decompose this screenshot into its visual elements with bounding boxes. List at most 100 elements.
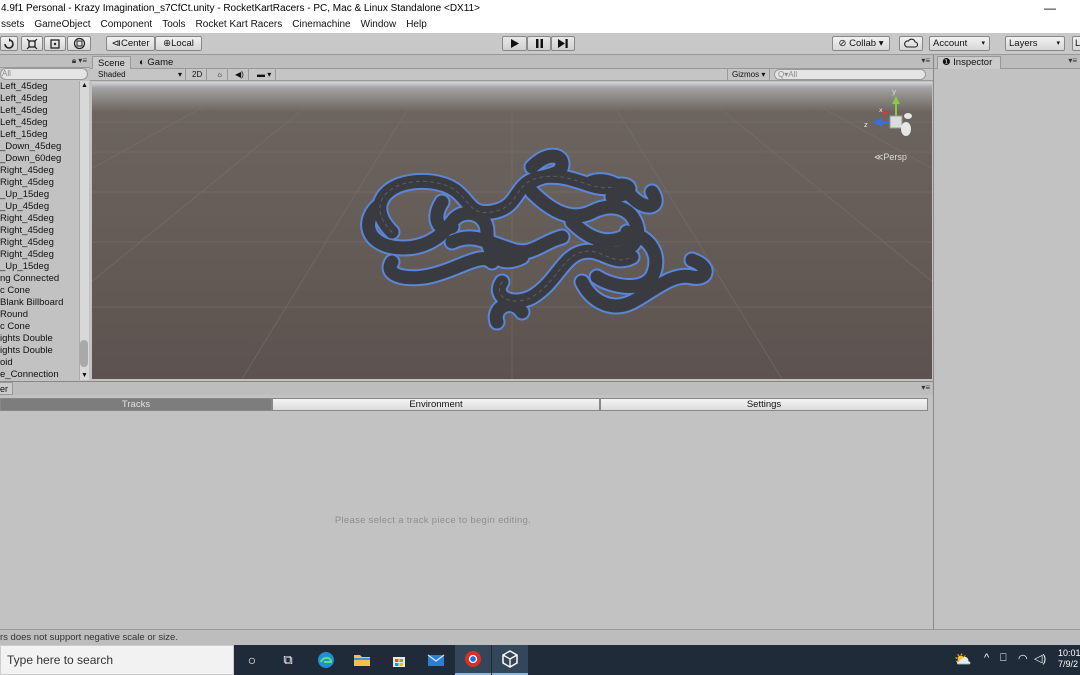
- scene-search-input[interactable]: Q▾All: [774, 69, 926, 80]
- menu-rocket-kart-racers[interactable]: Rocket Kart Racers: [191, 17, 288, 33]
- tab-settings-label: Settings: [746, 399, 782, 410]
- edge-button[interactable]: [308, 645, 344, 675]
- hierarchy-item[interactable]: _Up_15deg: [0, 261, 79, 273]
- hierarchy-item[interactable]: c Cone: [0, 285, 79, 297]
- hierarchy-item[interactable]: Left_45deg: [0, 117, 79, 129]
- persp-icon: ≪: [874, 152, 884, 162]
- menu-tools[interactable]: Tools: [157, 17, 190, 33]
- rect-tool-button[interactable]: [44, 36, 66, 51]
- layout-label: L: [1075, 38, 1080, 49]
- shading-dropdown[interactable]: Shaded ▾: [94, 69, 186, 81]
- layers-label: Layers: [1009, 38, 1038, 49]
- hierarchy-item[interactable]: Right_45deg: [0, 237, 79, 249]
- store-button[interactable]: [381, 645, 417, 675]
- pause-button[interactable]: [527, 36, 551, 51]
- hierarchy-item[interactable]: Left_45deg: [0, 81, 79, 93]
- hierarchy-item[interactable]: ng Connected: [0, 273, 79, 285]
- hierarchy-item[interactable]: Right_45deg: [0, 177, 79, 189]
- step-button[interactable]: [551, 36, 575, 51]
- pivot-local-button[interactable]: ⊕Local: [155, 36, 202, 51]
- play-button[interactable]: [502, 36, 527, 51]
- tab-track-editor[interactable]: er: [0, 382, 13, 395]
- menu-gameobject[interactable]: GameObject: [29, 17, 95, 33]
- mail-button[interactable]: [418, 645, 454, 675]
- unity-button[interactable]: [492, 645, 528, 675]
- hierarchy-item[interactable]: _Down_60deg: [0, 153, 79, 165]
- layout-dropdown[interactable]: L: [1072, 36, 1080, 51]
- battery-icon[interactable]: ⎕: [1000, 652, 1007, 665]
- cloud-button[interactable]: [899, 36, 923, 51]
- task-view-button[interactable]: ⧉: [270, 645, 306, 675]
- hierarchy-item[interactable]: Right_45deg: [0, 225, 79, 237]
- pivot-center-button[interactable]: ⧏Center: [106, 36, 155, 51]
- scale-tool-button[interactable]: [21, 36, 43, 51]
- minimize-button[interactable]: —: [1044, 0, 1056, 17]
- clock[interactable]: 10:01 7/9/2: [1058, 648, 1080, 670]
- tab-game[interactable]: ◐ Game: [134, 56, 178, 69]
- rotate-icon: [4, 38, 14, 49]
- tab-tracks[interactable]: Tracks: [0, 398, 272, 411]
- hierarchy-item[interactable]: Blank Billboard: [0, 297, 79, 309]
- hierarchy-item[interactable]: oid: [0, 357, 79, 369]
- hierarchy-item[interactable]: Left_45deg: [0, 105, 79, 117]
- tab-scene[interactable]: Scene: [92, 56, 131, 69]
- volume-icon[interactable]: ◁): [1034, 652, 1046, 665]
- 2d-toggle[interactable]: 2D: [188, 69, 208, 81]
- transform-icon: [73, 37, 85, 50]
- weather-icon[interactable]: ⛅: [954, 651, 971, 668]
- menu-cinemachine[interactable]: Cinemachine: [287, 17, 355, 33]
- lock-menu-icon[interactable]: 🔒︎ ▾≡: [72, 56, 87, 66]
- hierarchy-item[interactable]: Right_45deg: [0, 213, 79, 225]
- hierarchy-item[interactable]: _Up_15deg: [0, 189, 79, 201]
- hierarchy-scrollbar[interactable]: ▲ ▼: [79, 81, 89, 380]
- projection-toggle[interactable]: ≪Persp: [874, 152, 907, 163]
- scroll-up-icon[interactable]: ▲: [81, 82, 88, 89]
- hierarchy-item[interactable]: Right_45deg: [0, 249, 79, 261]
- file-explorer-button[interactable]: [344, 645, 380, 675]
- hierarchy-item[interactable]: _Up_45deg: [0, 201, 79, 213]
- hierarchy-scroll-thumb[interactable]: [80, 340, 88, 367]
- hierarchy-item[interactable]: Round: [0, 309, 79, 321]
- shading-label: Shaded: [98, 70, 126, 79]
- account-dropdown[interactable]: Account ▾: [929, 36, 990, 51]
- scene-viewport[interactable]: y z x ≪Persp: [92, 82, 932, 379]
- hierarchy-list: Left_45deg Left_45deg Left_45deg Left_45deg…: [0, 81, 79, 380]
- race-track-model[interactable]: [360, 147, 714, 331]
- tab-environment[interactable]: Environment: [272, 398, 600, 411]
- panel-menu-icon[interactable]: ▾≡: [921, 56, 930, 65]
- cortana-button[interactable]: ○: [234, 645, 270, 675]
- collab-button[interactable]: ⊘ Collab ▾: [832, 36, 890, 51]
- hierarchy-item[interactable]: Left_45deg: [0, 93, 79, 105]
- hierarchy-item[interactable]: e_Connection: [0, 369, 79, 380]
- effects-dropdown[interactable]: ▬ ▾: [253, 69, 277, 81]
- tab-settings[interactable]: Settings: [600, 398, 928, 411]
- layers-dropdown[interactable]: Layers ▾: [1005, 36, 1065, 51]
- audio-toggle[interactable]: ◀): [231, 69, 249, 81]
- hierarchy-item[interactable]: ights Double: [0, 345, 79, 357]
- hierarchy-item[interactable]: ights Double: [0, 333, 79, 345]
- panel-menu-icon[interactable]: ▾≡: [921, 383, 930, 392]
- gizmos-dropdown[interactable]: Gizmos ▾: [727, 69, 771, 81]
- tab-tracks-label: Tracks: [121, 399, 151, 410]
- hierarchy-item[interactable]: Left_15deg: [0, 129, 79, 141]
- chevron-up-icon[interactable]: ^: [984, 652, 989, 664]
- orientation-gizmo[interactable]: y z x: [864, 88, 912, 136]
- menu-window[interactable]: Window: [356, 17, 402, 33]
- wifi-icon[interactable]: ◠: [1018, 652, 1028, 665]
- lighting-toggle[interactable]: ☼: [212, 69, 229, 81]
- menu-assets[interactable]: ssets: [0, 17, 29, 33]
- menu-component[interactable]: Component: [95, 17, 157, 33]
- panel-menu-icon[interactable]: ▾≡: [1068, 56, 1077, 65]
- taskbar-search-input[interactable]: Type here to search: [0, 645, 234, 675]
- transform-tool-button[interactable]: [67, 36, 91, 51]
- rotate-tool-button[interactable]: [0, 36, 18, 51]
- hierarchy-item[interactable]: Right_45deg: [0, 165, 79, 177]
- chrome-button[interactable]: [455, 645, 491, 675]
- hierarchy-item[interactable]: c Cone: [0, 321, 79, 333]
- hierarchy-search-input[interactable]: All: [0, 68, 88, 80]
- menu-help[interactable]: Help: [401, 17, 432, 33]
- tab-inspector[interactable]: ❶ Inspector: [937, 56, 1001, 69]
- scene-canvas[interactable]: y z x: [92, 82, 932, 379]
- hierarchy-item[interactable]: _Down_45deg: [0, 141, 79, 153]
- scroll-down-icon[interactable]: ▼: [81, 372, 88, 379]
